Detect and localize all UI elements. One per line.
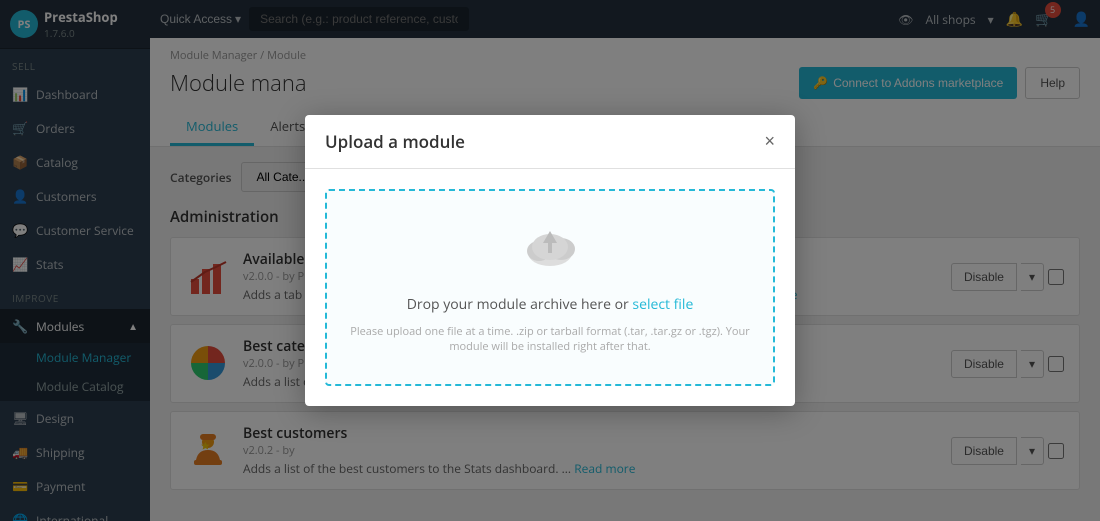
modal-header: Upload a module ×: [305, 115, 795, 169]
upload-hint: Please upload one file at a time. .zip o…: [347, 324, 753, 355]
modal-close-button[interactable]: ×: [764, 131, 775, 152]
upload-modal: Upload a module ×: [305, 115, 795, 407]
modal-title: Upload a module: [325, 130, 465, 153]
modal-overlay[interactable]: Upload a module ×: [0, 0, 1100, 521]
upload-drop-zone[interactable]: Drop your module archive here or select …: [325, 189, 775, 387]
drop-text: Drop your module archive here or: [407, 295, 633, 314]
app-wrapper: PS PrestaShop 1.7.6.0 SELL 📊 Dashboard 🛒…: [0, 0, 1100, 521]
upload-text: Drop your module archive here or select …: [347, 295, 753, 314]
upload-cloud-icon: [347, 221, 753, 283]
select-file-link[interactable]: select file: [632, 295, 693, 314]
cloud-upload-svg: [523, 221, 578, 271]
modal-body: Drop your module archive here or select …: [305, 169, 795, 407]
